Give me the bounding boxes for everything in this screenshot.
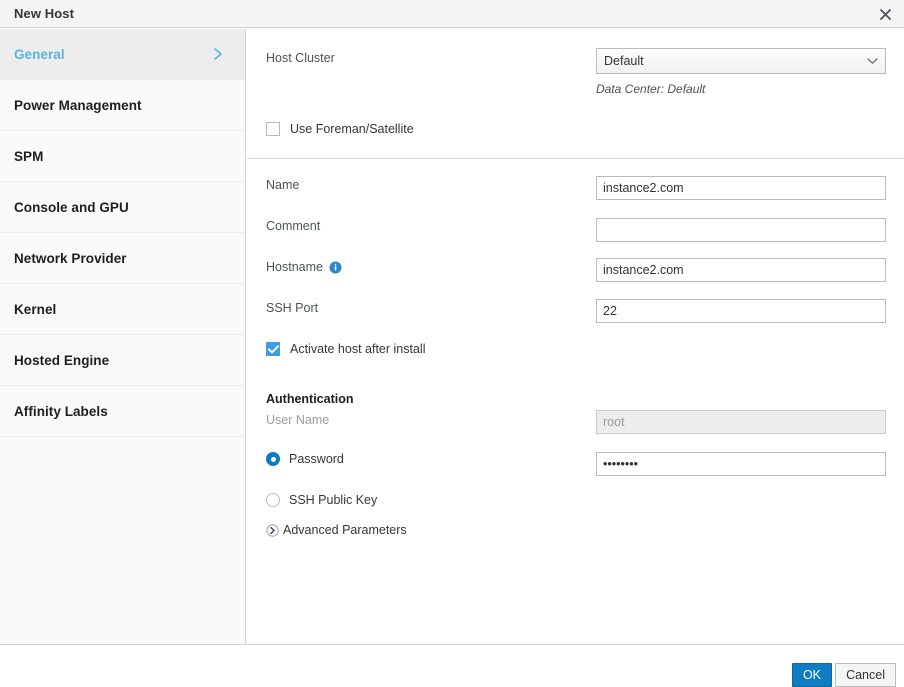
sidebar-item-label: SPM: [14, 148, 44, 164]
ssh-port-field-row: [596, 299, 886, 323]
name-label: Name: [266, 178, 300, 192]
sidebar-item-label: Kernel: [14, 301, 57, 317]
password-radio[interactable]: [266, 452, 280, 466]
ssh-port-label-row: SSH Port: [266, 301, 318, 315]
hostname-label: Hostname: [266, 260, 323, 274]
comment-field-row: [596, 218, 886, 242]
cancel-button[interactable]: Cancel: [835, 663, 896, 687]
hostname-input[interactable]: [596, 258, 886, 282]
sidebar-item-kernel[interactable]: Kernel: [0, 284, 245, 335]
host-cluster-label: Host Cluster: [266, 51, 335, 65]
user-name-label: User Name: [266, 413, 330, 427]
activate-host-row[interactable]: Activate host after install: [266, 342, 425, 356]
use-foreman-checkbox[interactable]: [266, 122, 280, 136]
host-cluster-label-row: Host Cluster: [266, 51, 335, 65]
sidebar-item-spm[interactable]: SPM: [0, 131, 245, 182]
section-divider: [247, 158, 904, 159]
sidebar-item-label: Console and GPU: [14, 199, 129, 215]
chevron-right-circle-icon[interactable]: [266, 523, 279, 537]
dialog-header: New Host: [0, 0, 904, 28]
authentication-heading-row: Authentication: [266, 392, 354, 406]
host-cluster-select-wrap: Default: [596, 48, 886, 74]
check-icon: [267, 344, 279, 353]
comment-label-row: Comment: [266, 219, 320, 233]
info-icon[interactable]: [329, 261, 342, 274]
ssh-port-label: SSH Port: [266, 301, 319, 315]
ssh-public-key-label: SSH Public Key: [289, 493, 378, 507]
use-foreman-label: Use Foreman/Satellite: [290, 122, 414, 136]
name-field-row: [596, 176, 886, 200]
data-center-hint: Data Center: Default: [596, 82, 706, 96]
page-title: New Host: [14, 6, 75, 21]
user-name-field-row: [596, 410, 886, 434]
sidebar-item-label: General: [14, 46, 65, 62]
general-panel: Host Cluster Default Data Center: Defaul…: [247, 29, 904, 645]
host-cluster-hint-row: Data Center: Default: [596, 82, 705, 96]
sidebar-item-label: Network Provider: [14, 250, 127, 266]
password-input[interactable]: [596, 452, 886, 476]
hostname-label-row: Hostname: [266, 260, 342, 274]
sidebar-item-general[interactable]: General: [0, 29, 245, 80]
sidebar: General Power Management SPM Console and…: [0, 29, 246, 645]
user-name-label-row: User Name: [266, 413, 329, 427]
comment-input[interactable]: [596, 218, 886, 242]
sidebar-item-label: Hosted Engine: [14, 352, 110, 368]
sidebar-item-hosted-engine[interactable]: Hosted Engine: [0, 335, 245, 386]
comment-label: Comment: [266, 219, 321, 233]
info-glyph: [329, 261, 342, 273]
password-label: Password: [289, 452, 344, 466]
sidebar-item-label: Affinity Labels: [14, 403, 108, 419]
name-label-row: Name: [266, 178, 299, 192]
ssh-public-key-radio-row[interactable]: SSH Public Key: [266, 493, 377, 507]
sidebar-item-affinity-labels[interactable]: Affinity Labels: [0, 386, 245, 437]
sidebar-item-label: Power Management: [14, 97, 142, 113]
close-icon[interactable]: [874, 3, 896, 25]
password-field-row: [596, 452, 886, 476]
user-name-input: [596, 410, 886, 434]
name-input[interactable]: [596, 176, 886, 200]
dialog-footer: OK Cancel: [0, 646, 904, 687]
host-cluster-field: Default: [596, 48, 886, 74]
close-glyph: [879, 8, 891, 20]
password-radio-row[interactable]: Password: [266, 452, 344, 466]
ssh-port-input[interactable]: [596, 299, 886, 323]
new-host-dialog: New Host General Power Management SPM Co…: [0, 0, 904, 687]
expander-glyph: [266, 523, 279, 537]
advanced-parameters-label: Advanced Parameters: [283, 523, 407, 537]
chevron-right-icon: [211, 46, 225, 62]
use-foreman-row[interactable]: Use Foreman/Satellite: [266, 122, 414, 136]
sidebar-item-power-management[interactable]: Power Management: [0, 80, 245, 131]
hostname-field-row: [596, 258, 886, 282]
chevron-right-glyph: [214, 48, 222, 60]
ok-button[interactable]: OK: [791, 663, 832, 687]
sidebar-item-network-provider[interactable]: Network Provider: [0, 233, 245, 284]
advanced-parameters-row[interactable]: Advanced Parameters: [266, 523, 407, 537]
ssh-public-key-radio[interactable]: [266, 493, 280, 507]
activate-host-label: Activate host after install: [290, 342, 426, 356]
host-cluster-select[interactable]: Default: [596, 48, 886, 74]
activate-host-checkbox[interactable]: [266, 342, 280, 356]
authentication-title: Authentication: [266, 392, 354, 406]
sidebar-item-console-and-gpu[interactable]: Console and GPU: [0, 182, 245, 233]
